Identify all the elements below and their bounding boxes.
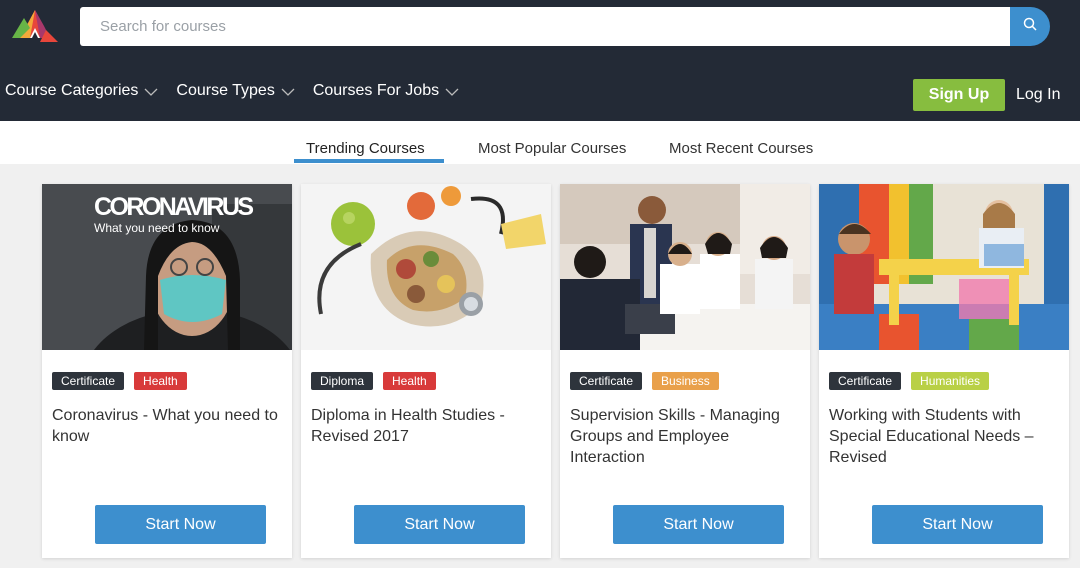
tag-category[interactable]: Health: [383, 372, 436, 390]
tag-category[interactable]: Business: [652, 372, 719, 390]
tag-category[interactable]: Health: [134, 372, 187, 390]
search-input[interactable]: [80, 7, 1010, 46]
active-tab-indicator: [294, 159, 444, 163]
tab-most-popular-courses[interactable]: Most Popular Courses: [478, 140, 626, 157]
start-now-button[interactable]: Start Now: [872, 505, 1043, 544]
sign-up-button[interactable]: Sign Up: [913, 79, 1005, 111]
course-title[interactable]: Diploma in Health Studies - Revised 2017: [311, 405, 541, 447]
course-image: [560, 184, 810, 350]
tag-type[interactable]: Diploma: [311, 372, 374, 390]
main-nav: Course Categories Course Types Courses F…: [0, 78, 477, 104]
course-card[interactable]: CORONAVIRUS What you need to know Certif…: [42, 184, 292, 558]
nav-item-label: Courses For Jobs: [312, 82, 440, 99]
image-text-sub: What you need to know: [94, 221, 220, 235]
tab-most-recent-courses[interactable]: Most Recent Courses: [669, 140, 813, 157]
search-icon: [1023, 17, 1037, 36]
site-logo-icon[interactable]: [10, 8, 60, 44]
log-in-link[interactable]: Log In: [1016, 86, 1060, 104]
course-tabs: Trending Courses Most Popular Courses Mo…: [0, 121, 1080, 164]
tag-category[interactable]: Humanities: [911, 372, 990, 390]
nav-courses-for-jobs[interactable]: Courses For Jobs: [313, 78, 459, 104]
course-card[interactable]: Certificate Business Supervision Skills …: [560, 184, 810, 558]
course-tags: Certificate Business: [570, 372, 729, 390]
site-header: Course Categories Course Types Courses F…: [0, 0, 1080, 121]
nav-course-categories[interactable]: Course Categories: [5, 78, 158, 104]
start-now-button[interactable]: Start Now: [354, 505, 525, 544]
chevron-down-icon: [144, 83, 158, 101]
course-title[interactable]: Working with Students with Special Educa…: [829, 405, 1059, 468]
tab-trending-courses[interactable]: Trending Courses: [306, 140, 425, 157]
tag-type[interactable]: Certificate: [829, 372, 902, 390]
course-image: [819, 184, 1069, 350]
nav-item-label: Course Categories: [5, 82, 139, 99]
course-card[interactable]: Certificate Humanities Working with Stud…: [819, 184, 1069, 558]
tag-type[interactable]: Certificate: [570, 372, 643, 390]
chevron-down-icon: [281, 83, 295, 101]
course-title[interactable]: Coronavirus - What you need to know: [52, 405, 282, 447]
nav-item-label: Course Types: [176, 82, 275, 99]
search-button[interactable]: [1010, 7, 1050, 46]
course-card[interactable]: Diploma Health Diploma in Health Studies…: [301, 184, 551, 558]
course-image: [301, 184, 551, 350]
image-text-title: CORONAVIRUS: [94, 193, 254, 221]
course-title[interactable]: Supervision Skills - Managing Groups and…: [570, 405, 800, 468]
course-tags: Certificate Humanities: [829, 372, 999, 390]
course-tags: Diploma Health: [311, 372, 446, 390]
search-bar: [80, 7, 1050, 46]
start-now-button[interactable]: Start Now: [613, 505, 784, 544]
course-tags: Certificate Health: [52, 372, 197, 390]
tag-type[interactable]: Certificate: [52, 372, 125, 390]
course-image: CORONAVIRUS What you need to know: [42, 184, 292, 350]
nav-course-types[interactable]: Course Types: [176, 78, 295, 104]
start-now-button[interactable]: Start Now: [95, 505, 266, 544]
chevron-down-icon: [445, 83, 459, 101]
